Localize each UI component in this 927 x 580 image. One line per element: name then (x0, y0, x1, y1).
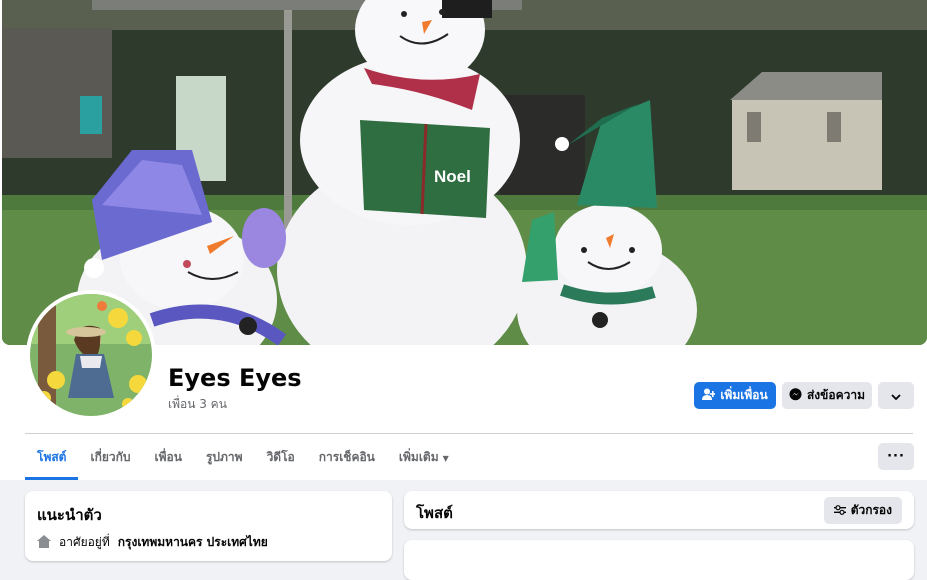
profile-name: Eyes Eyes (168, 364, 302, 392)
chevron-down-icon (891, 389, 901, 403)
add-friend-button[interactable]: เพิ่มเพื่อน (694, 382, 776, 409)
add-friend-label: เพิ่มเพื่อน (720, 388, 768, 402)
tab-more-label: เพิ่มเติม (398, 450, 439, 464)
tab-friends[interactable]: เพื่อน (143, 442, 194, 472)
messenger-icon (789, 387, 802, 404)
post-composer-card (404, 540, 914, 580)
posts-title: โพสต์ (416, 504, 453, 522)
cover-photo[interactable]: Noel (2, 0, 927, 345)
tabs-overflow-button[interactable]: ··· (878, 443, 914, 470)
intro-card: แนะนำตัว อาศัยอยู่ที่ กรุงเทพมหานคร ประเ… (25, 491, 392, 561)
lives-prefix: อาศัยอยู่ที่ (59, 535, 110, 549)
tab-more[interactable]: เพิ่มเติม ▼ (387, 442, 461, 472)
cover-sign-text: Noel (434, 167, 471, 186)
tab-videos[interactable]: วิดีโอ (255, 442, 307, 472)
profile-picture[interactable] (26, 290, 156, 420)
tab-posts[interactable]: โพสต์ (25, 442, 79, 480)
header-divider (25, 433, 913, 434)
add-friend-icon (702, 388, 717, 403)
lives-place[interactable]: กรุงเทพมหานคร ประเทศไทย (118, 533, 268, 552)
friends-count[interactable]: เพื่อน 3 คน (168, 395, 227, 414)
message-button[interactable]: ส่งข้อความ (782, 382, 872, 409)
intro-title: แนะนำตัว (37, 506, 102, 524)
posts-header-card: โพสต์ ตัวกรอง (404, 491, 914, 529)
home-icon (37, 534, 51, 551)
intro-lives-in: อาศัยอยู่ที่ กรุงเทพมหานคร ประเทศไทย (37, 533, 268, 552)
profile-tabs: โพสต์ เกี่ยวกับ เพื่อน รูปภาพ วิดีโอ การ… (25, 442, 461, 480)
tab-about[interactable]: เกี่ยวกับ (78, 442, 142, 472)
tab-checkins[interactable]: การเช็คอิน (307, 442, 387, 472)
caret-down-icon: ▼ (442, 454, 449, 463)
tab-photos[interactable]: รูปภาพ (194, 442, 255, 472)
ellipsis-icon: ··· (887, 449, 905, 464)
filter-button[interactable]: ตัวกรอง (823, 497, 902, 524)
filter-label: ตัวกรอง (850, 503, 892, 517)
sliders-icon (833, 504, 846, 518)
message-label: ส่งข้อความ (806, 388, 865, 402)
profile-more-button[interactable] (878, 382, 914, 409)
avatar (30, 294, 152, 416)
